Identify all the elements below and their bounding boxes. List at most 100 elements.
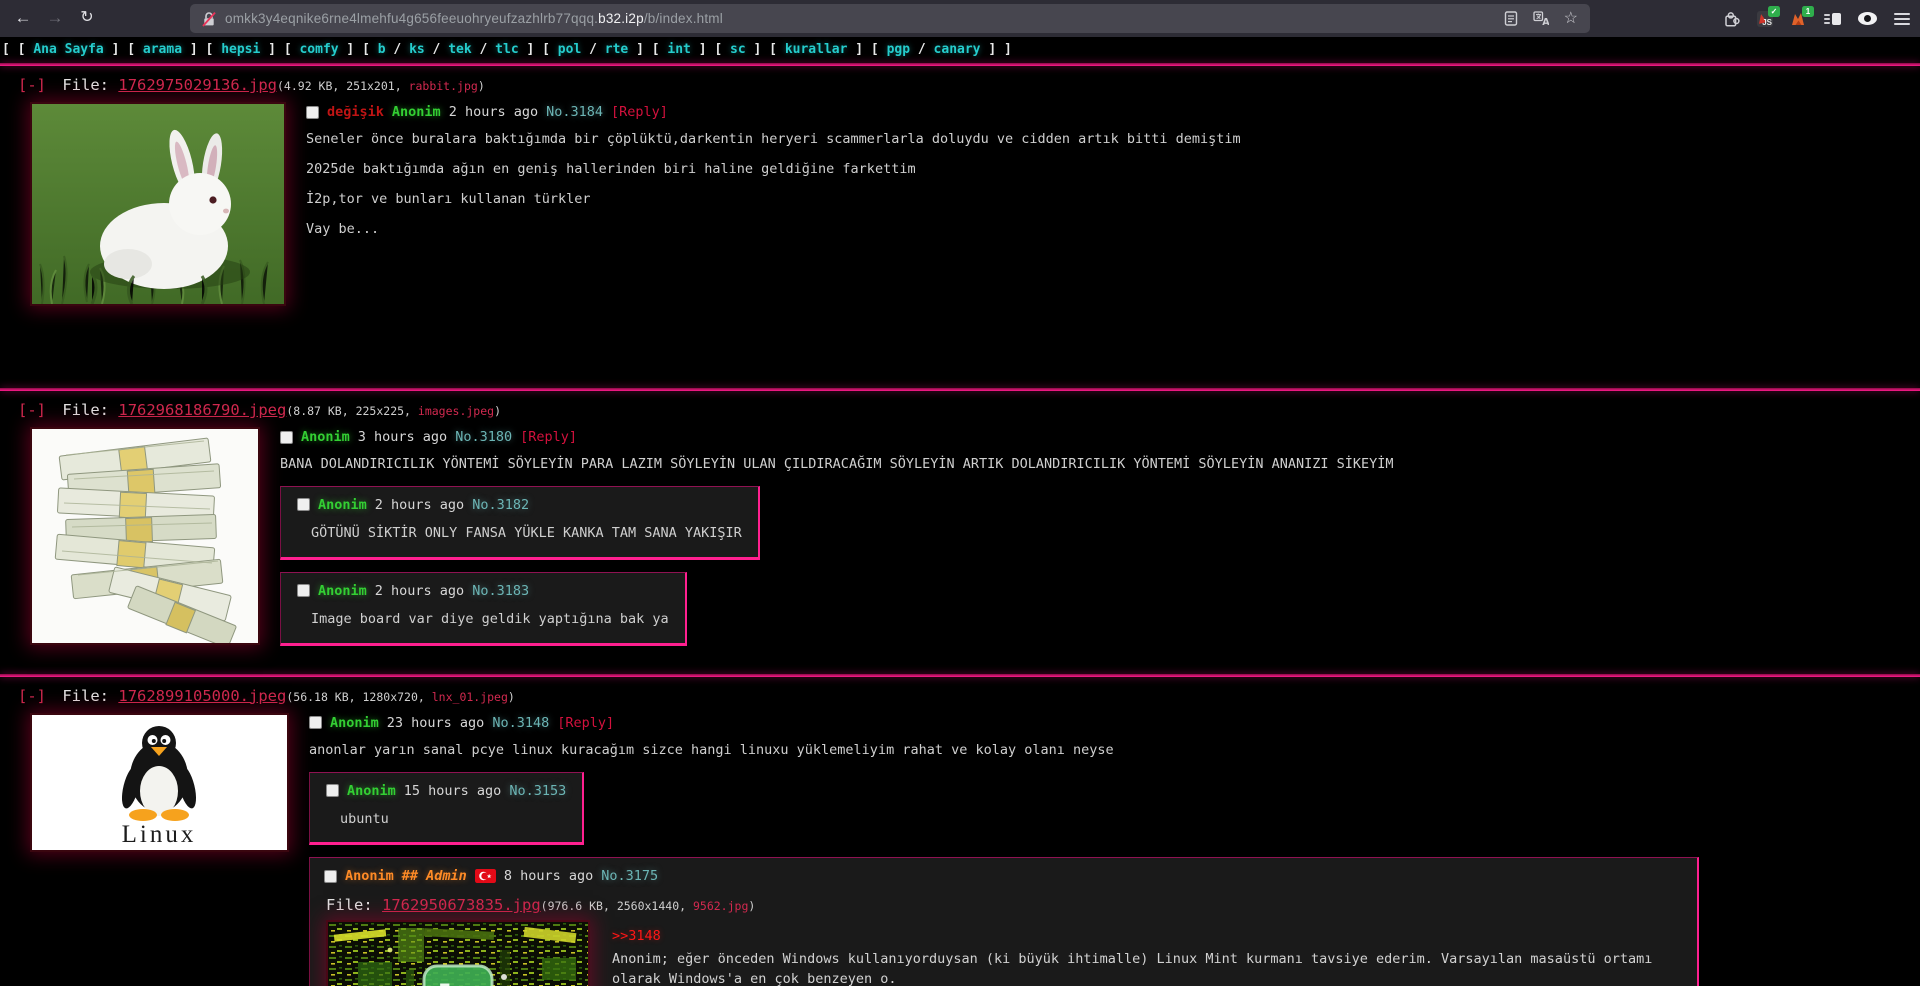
- post-checkbox[interactable]: [326, 784, 339, 797]
- board-link-rte[interactable]: rte: [605, 42, 628, 57]
- post-number-link[interactable]: No.3180: [455, 429, 512, 445]
- file-meta-post: ): [478, 79, 485, 93]
- reader-mode-icon[interactable]: [1504, 11, 1518, 26]
- post-header-3184: değişik Anonim 2 hours ago No.3184 [Repl…: [306, 104, 1910, 120]
- file-orig-link[interactable]: lnx_01.jpeg: [432, 690, 508, 704]
- svg-text:lm: lm: [439, 978, 478, 986]
- reload-button[interactable]: ↻: [74, 6, 100, 30]
- js-glyph: JS: [1762, 18, 1772, 27]
- board-link-pol[interactable]: pol: [558, 42, 581, 57]
- file-meta-post: ): [494, 404, 501, 418]
- post-header-3148: Anonim 23 hours ago No.3148 [Reply]: [309, 715, 1910, 731]
- noscript-badge: ✓: [1768, 6, 1780, 17]
- file-label: File:: [62, 401, 109, 419]
- file-label: File:: [326, 896, 373, 914]
- post-checkbox[interactable]: [309, 716, 322, 729]
- board-link-pgp[interactable]: pgp: [887, 42, 910, 57]
- money-thumbnail[interactable]: [30, 427, 260, 645]
- file-link[interactable]: 1762899105000.jpeg: [118, 687, 286, 705]
- file-line: File: 1762950673835.jpg(976.6 KB, 2560x1…: [326, 896, 1683, 914]
- post-checkbox[interactable]: [280, 431, 293, 444]
- mint-glitch-thumbnail[interactable]: lm: [326, 920, 590, 986]
- adblock-fox-icon[interactable]: 1: [1790, 11, 1807, 27]
- file-line: [-] File: 1762975029136.jpg(4.92 KB, 251…: [18, 76, 1910, 94]
- board-link-tlc[interactable]: tlc: [495, 42, 518, 57]
- post-number-link[interactable]: No.3182: [472, 497, 529, 513]
- thread-3148: [-] File: 1762899105000.jpeg(56.18 KB, 1…: [0, 677, 1920, 986]
- quote-link[interactable]: >>3148: [612, 928, 661, 944]
- file-label: File:: [62, 76, 109, 94]
- board-link-int[interactable]: int: [667, 42, 690, 57]
- board-link-hepsi[interactable]: hepsi: [221, 42, 260, 57]
- post-text: anonlar yarın sanal pcye linux kuracağım…: [309, 742, 1910, 759]
- file-link[interactable]: 1762950673835.jpg: [382, 896, 541, 914]
- post-checkbox[interactable]: [324, 870, 337, 883]
- post-time: 3 hours ago: [358, 429, 447, 445]
- board-link-arama[interactable]: arama: [143, 42, 182, 57]
- thread-3180: [-] File: 1762968186790.jpeg(8.87 KB, 22…: [0, 391, 1920, 674]
- post-number-link[interactable]: No.3183: [472, 583, 529, 599]
- file-orig-link[interactable]: images.jpeg: [418, 404, 494, 418]
- file-meta-pre: (976.6 KB, 2560x1440,: [541, 899, 693, 913]
- extensions-puzzle-icon[interactable]: [1723, 10, 1740, 27]
- url-host-prefix: omkk3y4eqnike6rne4lmehfu4g656feeuohryeuf…: [225, 11, 598, 26]
- post-checkbox[interactable]: [306, 106, 319, 119]
- board-link-sc[interactable]: sc: [730, 42, 746, 57]
- post-text: ubuntu: [340, 811, 566, 828]
- collapse-toggle[interactable]: [-]: [18, 76, 46, 94]
- translate-icon[interactable]: A: [1533, 11, 1549, 26]
- linux-tux-thumbnail[interactable]: Linux: [30, 713, 289, 852]
- url-text: omkk3y4eqnike6rne4lmehfu4g656feeuohryeuf…: [225, 11, 723, 26]
- post-number-link[interactable]: No.3184: [546, 104, 603, 120]
- post-number-link[interactable]: No.3148: [492, 715, 549, 731]
- board-link-kurallar[interactable]: kurallar: [785, 42, 848, 57]
- board-link-tek[interactable]: tek: [448, 42, 471, 57]
- poster-name: Anonim: [392, 104, 441, 120]
- post-time: 8 hours ago: [504, 868, 593, 884]
- insecure-lock-icon[interactable]: [202, 11, 216, 27]
- file-orig-link[interactable]: 9562.jpg: [693, 899, 748, 913]
- file-meta: (4.92 KB, 251x201, rabbit.jpg): [277, 79, 485, 93]
- file-orig-link[interactable]: rabbit.jpg: [409, 79, 478, 93]
- post-body-3148: anonlar yarın sanal pcye linux kuracağım…: [309, 742, 1910, 759]
- file-line: [-] File: 1762899105000.jpeg(56.18 KB, 1…: [18, 687, 1910, 705]
- menu-icon[interactable]: [1894, 13, 1910, 25]
- back-button[interactable]: ←: [10, 6, 36, 30]
- svg-text:Linux: Linux: [122, 821, 197, 848]
- reply-link[interactable]: [Reply]: [520, 429, 577, 445]
- post-text: BANA DOLANDIRICILIK YÖNTEMİ SÖYLEYİN PAR…: [280, 456, 1910, 473]
- browser-toolbar: ← → ↻ omkk3y4eqnike6rne4lmehfu4g656feeuo…: [0, 0, 1920, 37]
- post-text: Seneler önce buralara baktığımda bir çöp…: [306, 131, 1910, 148]
- thread-3184: [-] File: 1762975029136.jpg(4.92 KB, 251…: [0, 66, 1920, 388]
- post-number-link[interactable]: No.3175: [601, 868, 658, 884]
- collapse-toggle[interactable]: [-]: [18, 401, 46, 419]
- admin-capcode: ## Admin: [402, 868, 467, 884]
- poster-name: Anonim: [318, 583, 367, 599]
- post-checkbox[interactable]: [297, 498, 310, 511]
- file-link[interactable]: 1762968186790.jpeg: [118, 401, 286, 419]
- board-nav: [ [ Ana Sayfa ] [ arama ] [ hepsi ] [ co…: [0, 37, 1920, 63]
- post-text: 2025de baktığımda ağın en geniş hallerin…: [306, 161, 1910, 178]
- post-checkbox[interactable]: [297, 584, 310, 597]
- reply-link[interactable]: [Reply]: [611, 104, 668, 120]
- board-link-canary[interactable]: canary: [934, 42, 981, 57]
- noscript-icon[interactable]: JS ✓: [1757, 11, 1773, 27]
- poster-name: Anonim: [347, 783, 396, 799]
- file-link[interactable]: 1762975029136.jpg: [118, 76, 277, 94]
- post-number-link[interactable]: No.3153: [509, 783, 566, 799]
- sidebar-toggle-icon[interactable]: [1824, 13, 1841, 25]
- reply-link[interactable]: [Reply]: [557, 715, 614, 731]
- board-link-ana-sayfa[interactable]: Ana Sayfa: [33, 42, 103, 57]
- post-text: Image board var diye geldik yaptığına ba…: [311, 611, 669, 628]
- bookmark-star-icon[interactable]: ☆: [1564, 11, 1578, 27]
- board-link-ks[interactable]: ks: [409, 42, 425, 57]
- poster-name: Anonim: [318, 497, 367, 513]
- rabbit-thumbnail[interactable]: [30, 102, 286, 306]
- collapse-toggle[interactable]: [-]: [18, 687, 46, 705]
- url-bar[interactable]: omkk3y4eqnike6rne4lmehfu4g656feeuohryeuf…: [190, 4, 1590, 33]
- forward-button[interactable]: →: [42, 6, 68, 30]
- board-link-b[interactable]: b: [378, 42, 386, 57]
- privacy-eye-icon[interactable]: [1858, 12, 1877, 25]
- board-link-comfy[interactable]: comfy: [299, 42, 338, 57]
- post-text: Anonim; eğer önceden Windows kullanıyord…: [612, 950, 1707, 986]
